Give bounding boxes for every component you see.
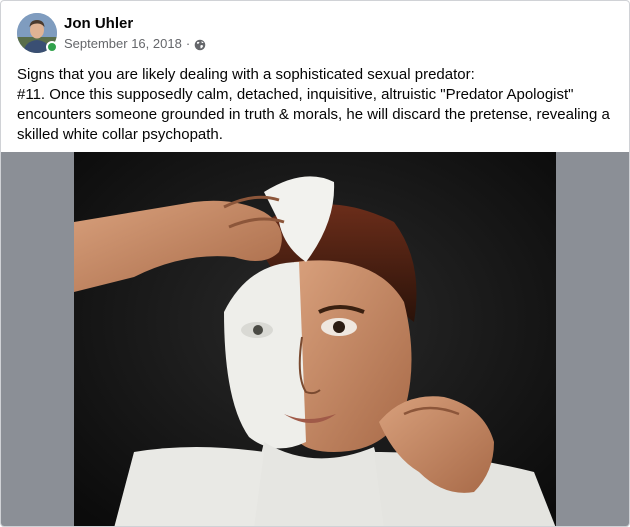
post-date[interactable]: September 16, 2018 — [64, 35, 182, 53]
post-subline: September 16, 2018 · — [64, 35, 206, 53]
author-avatar[interactable] — [17, 13, 58, 53]
online-status-indicator — [46, 41, 58, 53]
post-text-line: encounters someone grounded in truth & m… — [17, 106, 610, 123]
post-text-line: skilled white collar psychopath. — [17, 126, 223, 143]
post-header: Jon Uhler September 16, 2018 · — [17, 12, 206, 54]
author-name[interactable]: Jon Uhler — [64, 14, 206, 33]
separator-dot: · — [185, 35, 191, 51]
post-text-line: Signs that you are likely dealing with a… — [17, 66, 475, 83]
photo-illustration — [74, 152, 556, 526]
post-body-text: Signs that you are likely dealing with a… — [17, 65, 617, 145]
globe-icon[interactable] — [194, 38, 206, 50]
post-text-line: #11. Once this supposedly calm, detached… — [17, 86, 574, 103]
post-photo[interactable] — [74, 152, 556, 526]
post-media[interactable] — [1, 152, 629, 526]
post-meta: Jon Uhler September 16, 2018 · — [64, 14, 206, 53]
facebook-post: Jon Uhler September 16, 2018 · Signs tha… — [0, 0, 630, 527]
